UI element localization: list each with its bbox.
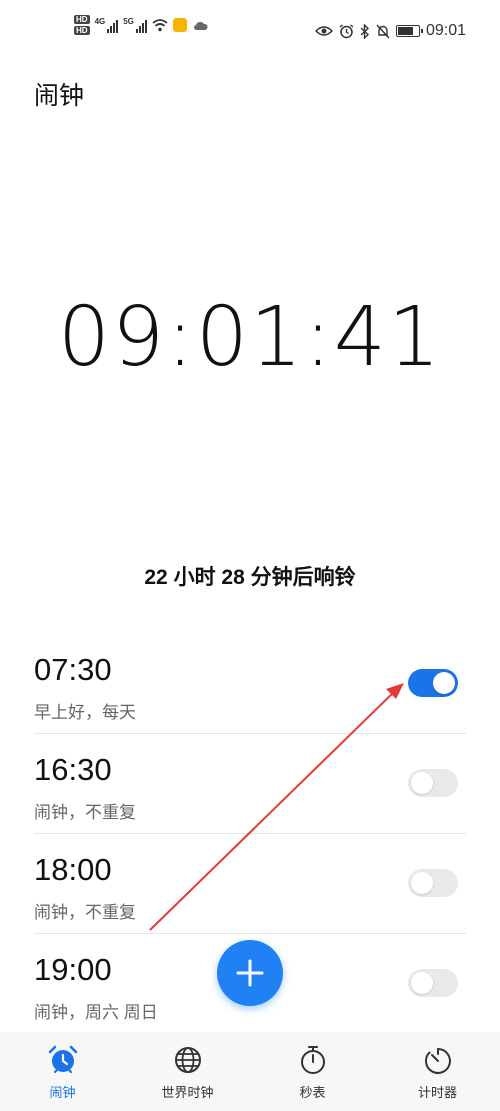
tab-label: 闹钟 xyxy=(49,1085,76,1100)
next-ring-countdown: 22 小时 28 分钟后响铃 xyxy=(144,566,356,589)
alarm-label: 闹钟，不重复 xyxy=(34,803,136,822)
page-title: 闹钟 xyxy=(34,82,85,110)
alarm-item[interactable]: 07:30 早上好，每天 xyxy=(34,634,466,734)
bell-muted-icon xyxy=(376,24,390,38)
eye-icon xyxy=(314,26,333,36)
hd-badges: HD HD xyxy=(74,15,90,35)
alarm-label: 早上好，每天 xyxy=(34,703,136,722)
signal-label: 5G xyxy=(123,17,134,26)
tab-world-clock[interactable]: 世界时钟 xyxy=(125,1032,250,1111)
bluetooth-icon xyxy=(360,23,369,39)
status-right-icons: 09:01 xyxy=(314,22,466,40)
tab-label: 秒表 xyxy=(299,1085,326,1100)
tab-label: 计时器 xyxy=(417,1085,457,1100)
globe-icon xyxy=(174,1047,201,1073)
bottom-navigation: 闹钟 世界时钟 秒表 计时器 xyxy=(0,1032,500,1111)
signal-icon: 5G xyxy=(123,17,147,33)
alarm-time: 16:30 xyxy=(34,752,112,787)
alarm-status-icon xyxy=(339,23,354,38)
alarm-time: 07:30 xyxy=(34,652,112,687)
plus-icon xyxy=(236,959,264,987)
wifi-icon xyxy=(152,19,168,32)
status-bar: HD HD 4G 5G 09:01 xyxy=(0,0,500,60)
alarm-toggle[interactable] xyxy=(408,669,458,697)
alarm-item[interactable]: 16:30 闹钟，不重复 xyxy=(34,734,466,834)
alarm-label: 闹钟，周六 周日 xyxy=(34,1003,158,1022)
alarm-item[interactable]: 18:00 闹钟，不重复 xyxy=(34,834,466,934)
signal-label: 4G xyxy=(94,17,106,26)
status-time: 09:01 xyxy=(425,22,466,39)
tab-stopwatch[interactable]: 秒表 xyxy=(250,1032,375,1111)
status-left-icons: HD HD 4G 5G xyxy=(74,15,208,35)
tab-timer[interactable]: 计时器 xyxy=(375,1032,500,1111)
alarm-label: 闹钟，不重复 xyxy=(34,903,136,922)
alarm-toggle[interactable] xyxy=(408,869,458,897)
cloud-icon xyxy=(194,21,208,30)
hd-badge: HD xyxy=(74,15,90,24)
alarm-time: 18:00 xyxy=(34,852,112,887)
hd-badge: HD xyxy=(74,26,90,35)
stopwatch-icon xyxy=(300,1046,325,1074)
alarm-clock-icon xyxy=(48,1045,77,1074)
add-alarm-button[interactable] xyxy=(217,940,283,1006)
battery-icon xyxy=(395,25,423,37)
current-time-display: 09:01:41 xyxy=(57,290,443,385)
alarm-toggle[interactable] xyxy=(408,969,458,997)
tab-label: 世界时钟 xyxy=(161,1085,214,1100)
timer-icon xyxy=(424,1048,451,1074)
signal-icon: 4G xyxy=(95,17,119,33)
tab-alarm[interactable]: 闹钟 xyxy=(0,1032,125,1111)
alarm-time: 19:00 xyxy=(34,952,112,987)
alarm-toggle[interactable] xyxy=(408,769,458,797)
app-notification-icon xyxy=(172,18,187,32)
